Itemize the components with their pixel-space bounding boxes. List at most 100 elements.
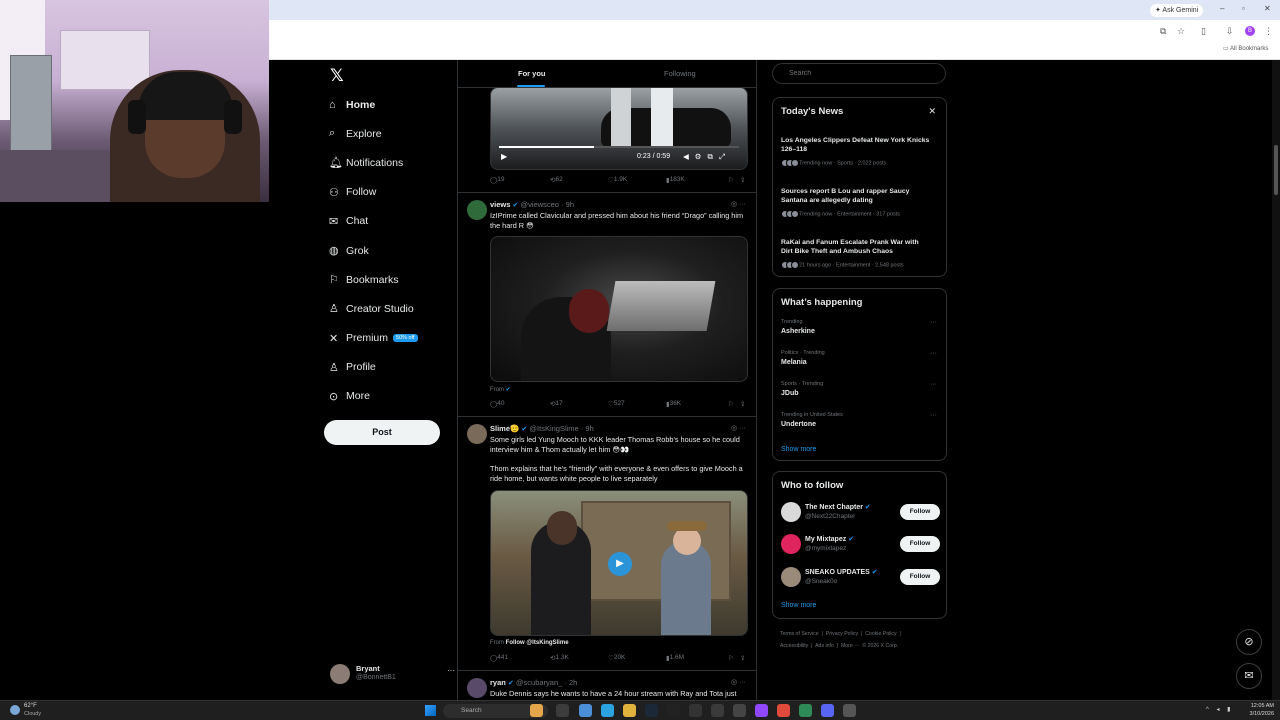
video-thumbnail[interactable]: ▶ [490, 490, 748, 636]
taskbar-app-icon[interactable] [799, 704, 812, 717]
tweet-menu[interactable]: ◎ ··· [731, 678, 746, 686]
news-item-title[interactable]: Los Angeles Clippers Defeat New York Kni… [781, 136, 931, 154]
weather-temp[interactable]: 62°F [24, 703, 37, 709]
settings-icon[interactable]: ⚙ [695, 152, 708, 161]
taskbar-app-icon[interactable] [733, 704, 746, 717]
video-controls[interactable]: ◀⚙⧉⤢ [683, 152, 731, 162]
follow-button[interactable]: Follow [900, 569, 940, 585]
nav-item-explore[interactable]: ⌕ Explore [324, 119, 454, 148]
tweet-author[interactable]: ryan ✔ @scubaryan_ · 2h [490, 678, 577, 687]
more-dots-icon[interactable]: ··· [930, 412, 937, 419]
avatar[interactable] [781, 502, 801, 522]
footer-link[interactable]: Terms of Service [780, 631, 819, 637]
steam-icon[interactable] [645, 704, 658, 717]
views-button[interactable]: ▮ 183K [666, 176, 685, 184]
tweet-author[interactable]: views ✔ @viewsceo · 9h [490, 200, 574, 209]
taskbar-app-icon[interactable] [556, 704, 569, 717]
grok-icon[interactable]: ◎ [731, 425, 737, 432]
show-more-link[interactable]: Show more [781, 602, 816, 609]
avatar[interactable] [781, 534, 801, 554]
avatar[interactable] [467, 678, 487, 698]
repost-button[interactable]: ⟲ 62 [550, 176, 563, 184]
grok-float-button[interactable]: ⊘ [1236, 629, 1262, 655]
news-item-title[interactable]: RaKai and Fanum Escalate Prank War with … [781, 238, 931, 256]
nav-item-home[interactable]: ⌂ Home [324, 90, 454, 119]
play-icon[interactable]: ▶ [608, 552, 632, 576]
suggested-account-name[interactable]: SNEAKO UPDATES ✔ [805, 568, 878, 576]
star-icon[interactable]: ☆ [1177, 26, 1185, 37]
account-switcher[interactable]: Bryant @BonnettB1 ··· [330, 662, 455, 686]
repost-button[interactable]: ⟲ 17 [550, 400, 563, 408]
taskbar-app-icon[interactable] [530, 704, 543, 717]
tab-for-you[interactable]: For you [518, 69, 546, 78]
trend-name[interactable]: Asherkine [781, 328, 815, 335]
messages-float-button[interactable]: ✉ [1236, 663, 1262, 689]
timeline[interactable]: For you Following ▶ 0:23 / 0:59 ◀⚙⧉⤢ ◯ 1… [457, 60, 757, 700]
tweet-menu[interactable]: ◎ ··· [731, 424, 746, 432]
folder-icon[interactable] [623, 704, 636, 717]
trend-name[interactable]: JDub [781, 390, 799, 397]
more-dots-icon[interactable]: ··· [739, 201, 746, 208]
scrollbar-thumb[interactable] [1274, 145, 1278, 195]
nav-item-follow[interactable]: ⚇ Follow [324, 178, 454, 207]
like-button[interactable]: ♡ 20K [608, 654, 625, 662]
follow-button[interactable]: Follow [900, 536, 940, 552]
footer-link[interactable]: Privacy Policy [826, 631, 858, 637]
nav-item-creator-studio[interactable]: ♙ Creator Studio [324, 294, 454, 323]
pip-icon[interactable]: ⧉ [708, 152, 719, 161]
follow-source-link[interactable]: Follow @ItsKingSlime [506, 640, 569, 646]
taskbar-app-icon[interactable] [667, 704, 680, 717]
ask-gemini-button[interactable]: ✦ Ask Gemini [1150, 4, 1204, 17]
tweet-menu[interactable]: ◎ ··· [731, 200, 746, 208]
taskbar-app-icon[interactable] [689, 704, 702, 717]
reply-button[interactable]: ◯ 40 [490, 400, 505, 408]
like-button[interactable]: ♡ 527 [608, 400, 625, 408]
all-bookmarks-link[interactable]: ▭ All Bookmarks [1223, 45, 1268, 52]
downloads-icon[interactable]: ⇩ [1226, 26, 1234, 37]
nav-item-bookmarks[interactable]: ⚐ Bookmarks [324, 265, 454, 294]
fullscreen-icon[interactable]: ⤢ [719, 152, 731, 161]
search-input[interactable] [772, 63, 946, 84]
close-icon[interactable]: ✕ [928, 106, 936, 117]
avatar[interactable] [467, 424, 487, 444]
grok-icon[interactable]: ◎ [731, 679, 737, 686]
video-player[interactable]: ▶ 0:23 / 0:59 ◀⚙⧉⤢ [490, 87, 748, 170]
repost-button[interactable]: ⟲ 1.3K [550, 654, 569, 662]
tab-following[interactable]: Following [664, 69, 696, 78]
more-dots-icon[interactable]: ··· [930, 319, 937, 326]
windows-start-icon[interactable] [425, 705, 436, 716]
reply-button[interactable]: ◯ 19 [490, 176, 505, 184]
share-icon[interactable]: ⇪ [740, 400, 745, 408]
footer-link[interactable]: Ads info [815, 643, 834, 649]
news-item-title[interactable]: Sources report B Lou and rapper Saucy Sa… [781, 187, 931, 205]
trend-name[interactable]: Undertone [781, 421, 816, 428]
follow-button[interactable]: Follow [900, 504, 940, 520]
minimize-icon[interactable]: – [1220, 4, 1224, 13]
more-dots-icon[interactable]: ··· [930, 381, 937, 388]
avatar[interactable] [467, 200, 487, 220]
play-icon[interactable]: ▶ [501, 152, 507, 161]
nav-item-grok[interactable]: ◍ Grok [324, 236, 454, 265]
twitch-icon[interactable] [755, 704, 768, 717]
install-icon[interactable]: ⧉ [1160, 26, 1166, 37]
taskbar-app-icon[interactable] [711, 704, 724, 717]
views-button[interactable]: ▮ 36K [666, 400, 681, 408]
nav-item-profile[interactable]: ♙ Profile [324, 353, 454, 382]
grok-icon[interactable]: ◎ [731, 201, 737, 208]
clock-time[interactable]: 12:05 AM [1240, 703, 1274, 709]
edge-icon[interactable] [601, 704, 614, 717]
more-dots-icon[interactable]: ··· [739, 425, 746, 432]
taskbar-app-icon[interactable] [843, 704, 856, 717]
address-bar[interactable] [269, 20, 1280, 40]
bookmark-icon[interactable]: ⚐ [728, 654, 734, 662]
reply-button[interactable]: ◯ 441 [490, 654, 508, 662]
bookmark-icon[interactable]: ⚐ [728, 400, 734, 408]
cloud-icon[interactable] [10, 705, 20, 715]
like-button[interactable]: ♡ 1.9K [608, 176, 627, 184]
nav-item-chat[interactable]: ✉ Chat [324, 207, 454, 236]
chrome-icon[interactable] [777, 704, 790, 717]
footer-link[interactable]: More ··· [841, 643, 859, 649]
discord-icon[interactable] [821, 704, 834, 717]
bookmark-icon[interactable]: ⚐ [728, 176, 734, 184]
browser-menu-icon[interactable]: ⋮ [1264, 26, 1273, 37]
